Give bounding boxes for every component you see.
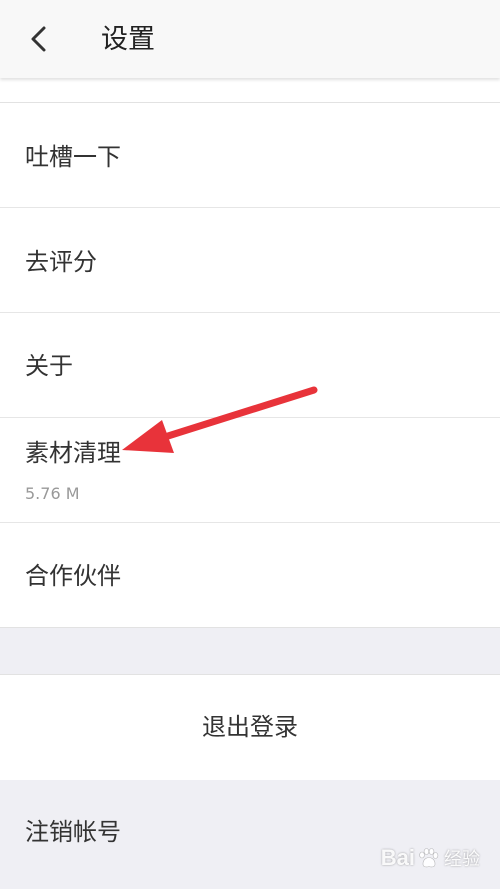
settings-list: 吐槽一下 去评分 关于 素材清理 5.76 M 合作伙伴 — [0, 102, 500, 628]
watermark-text: 经验 — [444, 849, 480, 870]
settings-item-feedback[interactable]: 吐槽一下 — [0, 103, 500, 208]
paw-icon — [419, 848, 439, 868]
cancel-account-label: 注销帐号 — [25, 818, 121, 846]
settings-item-rate[interactable]: 去评分 — [0, 208, 500, 313]
logout-label: 退出登录 — [202, 713, 298, 741]
page-title: 设置 — [101, 24, 155, 55]
settings-item-label: 去评分 — [25, 248, 97, 276]
back-button[interactable] — [14, 14, 64, 64]
settings-item-label: 关于 — [25, 352, 73, 380]
watermark: Bai 经验 — [381, 845, 480, 871]
settings-item-partners[interactable]: 合作伙伴 — [0, 523, 500, 627]
app-header: 设置 — [0, 0, 500, 78]
settings-item-label: 吐槽一下 — [25, 143, 121, 171]
settings-item-clear-cache[interactable]: 素材清理 5.76 M — [0, 418, 500, 523]
settings-item-label: 合作伙伴 — [25, 562, 121, 590]
cancel-account-item[interactable]: 注销帐号 — [0, 780, 500, 889]
watermark-logo-left: Bai — [380, 845, 415, 870]
chevron-left-icon — [31, 26, 46, 52]
settings-item-label: 素材清理 — [25, 439, 121, 467]
cache-size-value: 5.76 M — [25, 484, 80, 503]
settings-item-about[interactable]: 关于 — [0, 313, 500, 418]
logout-button[interactable]: 退出登录 — [0, 674, 500, 781]
top-spacer — [0, 78, 500, 102]
